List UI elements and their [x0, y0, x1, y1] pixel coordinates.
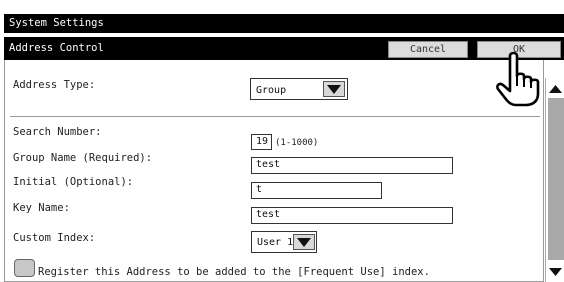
group-name-label: Group Name (Required):: [13, 152, 153, 164]
search-number-range: (1-1000): [275, 138, 319, 148]
window-title: System Settings: [9, 17, 104, 29]
frequent-use-label: Register this Address to be added to the…: [38, 266, 430, 278]
search-number-field[interactable]: 19: [251, 134, 272, 150]
section-divider: [10, 116, 540, 117]
custom-index-dropdown[interactable]: User 1: [251, 231, 317, 253]
address-type-label: Address Type:: [13, 79, 96, 91]
triangle-down-icon[interactable]: [293, 234, 315, 250]
frequent-use-checkbox[interactable]: [14, 259, 35, 277]
group-name-field[interactable]: test: [251, 157, 453, 174]
scrollbar-thumb[interactable]: [548, 98, 564, 260]
arrow-down-icon[interactable]: [547, 262, 564, 282]
arrow-up-icon[interactable]: [547, 78, 564, 100]
window-title-bar: System Settings: [4, 14, 564, 33]
custom-index-label: Custom Index:: [13, 232, 96, 244]
hand-pointer-icon: [496, 50, 544, 112]
custom-index-value: User 1: [257, 237, 294, 248]
key-name-field[interactable]: test: [251, 207, 453, 224]
address-type-dropdown[interactable]: Group: [250, 78, 348, 100]
section-title: Address Control: [9, 42, 104, 54]
key-name-label: Key Name:: [13, 202, 70, 214]
initial-field[interactable]: t: [251, 182, 382, 199]
triangle-down-icon[interactable]: [323, 81, 345, 97]
cancel-button[interactable]: Cancel: [388, 41, 468, 58]
address-type-value: Group: [256, 85, 287, 96]
search-number-label: Search Number:: [13, 126, 102, 138]
initial-label: Initial (Optional):: [13, 176, 134, 188]
